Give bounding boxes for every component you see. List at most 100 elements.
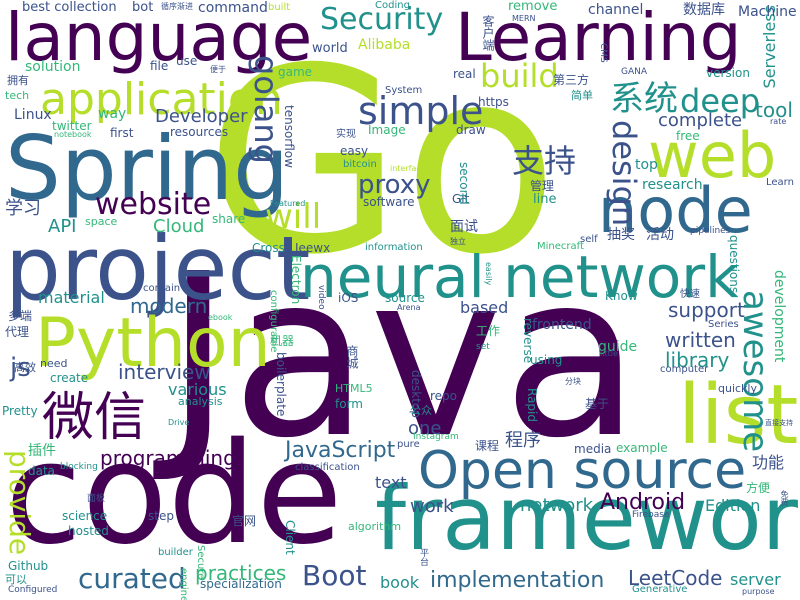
word-bitcoin: bitcoin <box>343 159 377 170</box>
word-text: text <box>375 473 407 492</box>
word-programming: programming <box>100 446 236 470</box>
word-drive: Drive <box>168 418 190 427</box>
word-first: first <box>110 126 134 140</box>
word-self: self <box>580 234 598 245</box>
word-repo: repo <box>430 389 458 403</box>
word-step: step <box>148 509 174 523</box>
word-world: world <box>312 41 348 56</box>
word-file: file <box>150 59 169 73</box>
word-shangcheng: 商城 <box>345 345 359 369</box>
word-coding: Coding <box>375 0 410 11</box>
word-notebook: notebook <box>54 130 92 139</box>
word-game: game <box>278 65 313 79</box>
word-daili: 代理 <box>5 325 30 339</box>
word-kuaisu: 快速 <box>680 289 700 300</box>
word-zhiyuan: 直接支持 <box>765 419 793 427</box>
word-electron: Electron <box>289 255 303 305</box>
word-linux: Linux <box>14 107 52 123</box>
word-quickly: quickly <box>718 382 757 395</box>
word-guanli: 管理 <box>530 179 555 193</box>
word-keyi: 可以 <box>5 573 27 586</box>
word-generative: Generative <box>632 584 688 595</box>
word-mianfei: 免费 <box>780 490 789 506</box>
word-builder: builder <box>158 547 193 558</box>
word-information: information <box>365 242 423 253</box>
word-mianban: 面板 <box>87 494 106 504</box>
word-jiandan: 简单 <box>571 89 593 102</box>
word-easily: easily <box>484 262 493 286</box>
word-second: second <box>457 162 471 205</box>
word-know: Know <box>605 289 638 303</box>
word-machine: Machine <box>738 4 797 20</box>
word-real: real <box>453 67 476 81</box>
word-based: based <box>460 298 509 317</box>
word-built: built <box>268 2 291 13</box>
word-cross: Cross <box>252 241 285 255</box>
word-complete: complete <box>658 110 743 131</box>
word-shixian: 实现 <box>336 129 356 140</box>
word-pipelines: pipelines <box>690 226 731 236</box>
word-gongneng: 功能 <box>752 453 785 472</box>
word-frontend: frontend <box>532 317 592 333</box>
word-duli: 独立 <box>450 237 466 246</box>
word-development: development <box>771 270 787 363</box>
word-client: Client <box>283 520 297 555</box>
word-data: data <box>28 464 56 478</box>
word-boot: Boot <box>302 559 367 592</box>
word-pure: pure <box>397 439 420 450</box>
word-specialization: specialization <box>200 577 282 591</box>
word-example: example <box>616 441 668 455</box>
word-shujuku: 数据库 <box>683 2 725 18</box>
word-way: way <box>98 106 127 122</box>
word-interview: interview <box>118 360 211 384</box>
word-network: network <box>520 495 594 516</box>
word-work: work <box>410 496 454 517</box>
word-solution: solution <box>25 59 81 75</box>
word-reverse: reverse <box>521 318 535 364</box>
word-instagram: Instagram <box>413 432 459 442</box>
word-resources: resources <box>170 125 229 139</box>
word-ios: iOS <box>338 291 359 305</box>
word-classification: classification <box>295 462 360 473</box>
word-free: free <box>676 129 700 143</box>
word-ebook: ebook <box>208 313 233 322</box>
word-rate: rate <box>770 117 787 126</box>
word-cloud: GoJavacodeframeworklanguageLearningSprin… <box>0 0 800 600</box>
word-jeewx: Jeewx <box>295 241 331 255</box>
word-featured: Featured <box>270 199 306 208</box>
word-curated: curated <box>78 562 186 595</box>
word-space: space <box>85 215 118 228</box>
word-channel: channel <box>588 2 644 18</box>
word-tech: tech <box>5 89 30 102</box>
word-easy: easy <box>340 144 369 158</box>
word-support: support <box>668 298 745 322</box>
word-disanfang: 第三方 <box>553 73 590 87</box>
word-bot: bot <box>132 0 154 15</box>
word-chengxu: 程序 <box>505 430 541 451</box>
word-command: command <box>198 0 268 16</box>
word-pingtai: 平台 <box>418 548 428 566</box>
word-weixin: 微信 <box>42 388 147 448</box>
word-chajian: 插件 <box>28 443 56 459</box>
word-server: server <box>730 570 781 589</box>
word-gana: GANA <box>621 67 648 77</box>
word-alibaba: Alibaba <box>358 37 411 53</box>
word-minecraft: Minecraft <box>537 241 584 252</box>
word-github: Github <box>8 559 49 573</box>
word-guanwang: 官网 <box>232 514 257 528</box>
word-little: little <box>600 349 618 358</box>
word-cloud: Cloud <box>153 216 205 237</box>
word-form: form <box>335 397 363 411</box>
word-bianyu: 便于 <box>210 65 226 74</box>
word-zhichi: 支持 <box>512 142 577 180</box>
word-xunxu: 循序渐进 <box>161 2 193 11</box>
word-tensorflow: tensorflow <box>282 105 296 168</box>
word-computer: computer <box>660 364 709 375</box>
word-mern: MERN <box>512 14 536 23</box>
word-build: build <box>480 57 559 95</box>
word-research: research <box>642 177 703 193</box>
word-hosted: hosted <box>68 524 109 538</box>
word-book: book <box>380 573 419 592</box>
word-html5: HTML5 <box>335 382 373 395</box>
word-material: material <box>38 288 105 307</box>
